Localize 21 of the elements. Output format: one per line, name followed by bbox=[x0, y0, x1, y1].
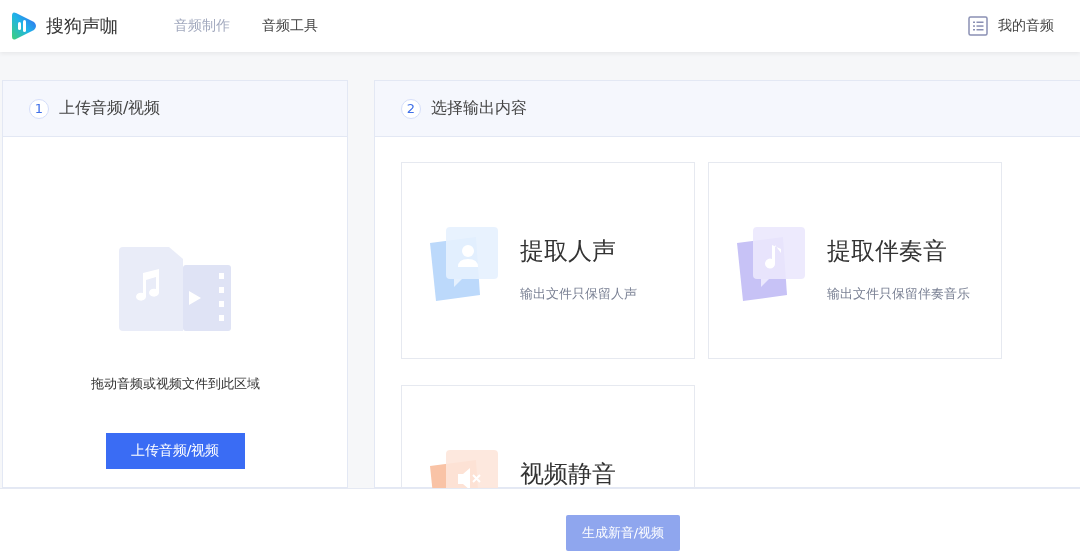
panel-title: 选择输出内容 bbox=[431, 98, 527, 119]
nav-tab[interactable]: 音频工具 bbox=[262, 17, 318, 35]
panel-title: 上传音频/视频 bbox=[59, 98, 161, 119]
option-card[interactable]: 提取人声 输出文件只保留人声 bbox=[401, 162, 695, 359]
step-number: 1 bbox=[29, 98, 49, 119]
list-icon bbox=[968, 16, 988, 36]
option-title: 提取伴奏音 bbox=[827, 236, 948, 267]
logo-icon bbox=[12, 10, 38, 42]
logo-text: 搜狗声咖 bbox=[46, 14, 118, 38]
upload-button[interactable]: 上传音频/视频 bbox=[105, 433, 245, 469]
step-number: 2 bbox=[401, 98, 421, 119]
music-note-icon bbox=[735, 225, 807, 301]
option-description: 输出文件只保留人声 bbox=[520, 285, 637, 303]
media-file-icon bbox=[119, 247, 231, 331]
drop-hint: 拖动音频或视频文件到此区域 bbox=[90, 375, 260, 393]
option-card[interactable]: 提取伴奏音 输出文件只保留伴奏音乐 bbox=[708, 162, 1002, 359]
option-description: 输出文件只保留伴奏音乐 bbox=[827, 285, 970, 303]
option-title: 提取人声 bbox=[520, 236, 617, 267]
person-icon bbox=[428, 225, 500, 301]
my-audio-link[interactable]: 我的音频 bbox=[968, 16, 1054, 36]
option-title: 视频静音 bbox=[520, 459, 616, 488]
